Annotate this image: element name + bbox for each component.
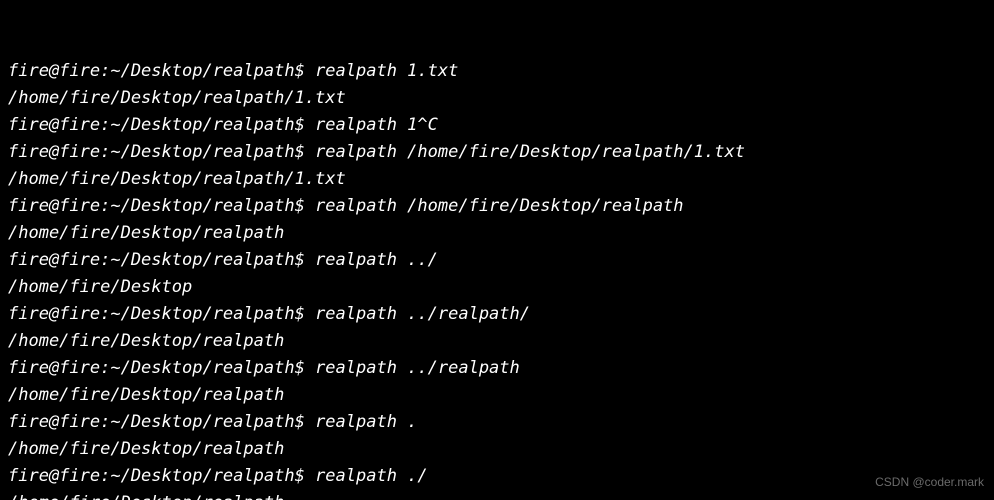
terminal-line: fire@fire:~/Desktop/realpath$ realpath .… [8,301,986,328]
output-text: /home/fire/Desktop/realpath [8,385,284,405]
command-text: realpath 1.txt [315,61,458,81]
shell-prompt: fire@fire:~/Desktop/realpath$ [8,142,305,162]
shell-prompt: fire@fire:~/Desktop/realpath$ [8,196,305,216]
terminal-line: /home/fire/Desktop/realpath/1.txt [8,85,986,112]
terminal-line: /home/fire/Desktop/realpath [8,436,986,463]
shell-prompt: fire@fire:~/Desktop/realpath$ [8,304,305,324]
terminal-line: /home/fire/Desktop/realpath/1.txt [8,166,986,193]
terminal-line: fire@fire:~/Desktop/realpath$ realpath .… [8,463,986,490]
terminal-line: /home/fire/Desktop/realpath [8,490,986,500]
terminal-line: fire@fire:~/Desktop/realpath$ realpath /… [8,193,986,220]
command-text: realpath 1^C [315,115,438,135]
terminal-line: /home/fire/Desktop [8,274,986,301]
command-text: realpath . [315,412,417,432]
terminal-line: fire@fire:~/Desktop/realpath$ realpath .… [8,247,986,274]
output-text: /home/fire/Desktop/realpath [8,331,284,351]
shell-prompt: fire@fire:~/Desktop/realpath$ [8,412,305,432]
terminal-line: fire@fire:~/Desktop/realpath$ realpath /… [8,139,986,166]
watermark: CSDN @coder.mark [875,469,984,496]
shell-prompt: fire@fire:~/Desktop/realpath$ [8,466,305,486]
shell-prompt: fire@fire:~/Desktop/realpath$ [8,61,305,81]
output-text: /home/fire/Desktop/realpath [8,493,284,500]
terminal-line: fire@fire:~/Desktop/realpath$ realpath 1… [8,58,986,85]
shell-prompt: fire@fire:~/Desktop/realpath$ [8,115,305,135]
output-text: /home/fire/Desktop/realpath [8,439,284,459]
output-text: /home/fire/Desktop/realpath/1.txt [8,169,346,189]
command-text: realpath ../realpath [315,358,520,378]
terminal-line: /home/fire/Desktop/realpath [8,220,986,247]
output-text: /home/fire/Desktop/realpath/1.txt [8,88,346,108]
shell-prompt: fire@fire:~/Desktop/realpath$ [8,250,305,270]
command-text: realpath ../realpath/ [315,304,530,324]
command-text: realpath /home/fire/Desktop/realpath [315,196,683,216]
terminal-lines: fire@fire:~/Desktop/realpath$ realpath 1… [8,58,986,500]
terminal-line: fire@fire:~/Desktop/realpath$ realpath .… [8,355,986,382]
output-text: /home/fire/Desktop [8,277,192,297]
shell-prompt: fire@fire:~/Desktop/realpath$ [8,358,305,378]
terminal-line: /home/fire/Desktop/realpath [8,328,986,355]
command-text: realpath ./ [315,466,428,486]
terminal-line: fire@fire:~/Desktop/realpath$ realpath 1… [8,112,986,139]
command-text: realpath ../ [315,250,438,270]
output-text: /home/fire/Desktop/realpath [8,223,284,243]
terminal-line: /home/fire/Desktop/realpath [8,382,986,409]
command-text: realpath /home/fire/Desktop/realpath/1.t… [315,142,745,162]
terminal-window[interactable]: fire@fire:~/Desktop/realpath$ realpath 1… [0,0,994,500]
terminal-line: fire@fire:~/Desktop/realpath$ realpath . [8,409,986,436]
